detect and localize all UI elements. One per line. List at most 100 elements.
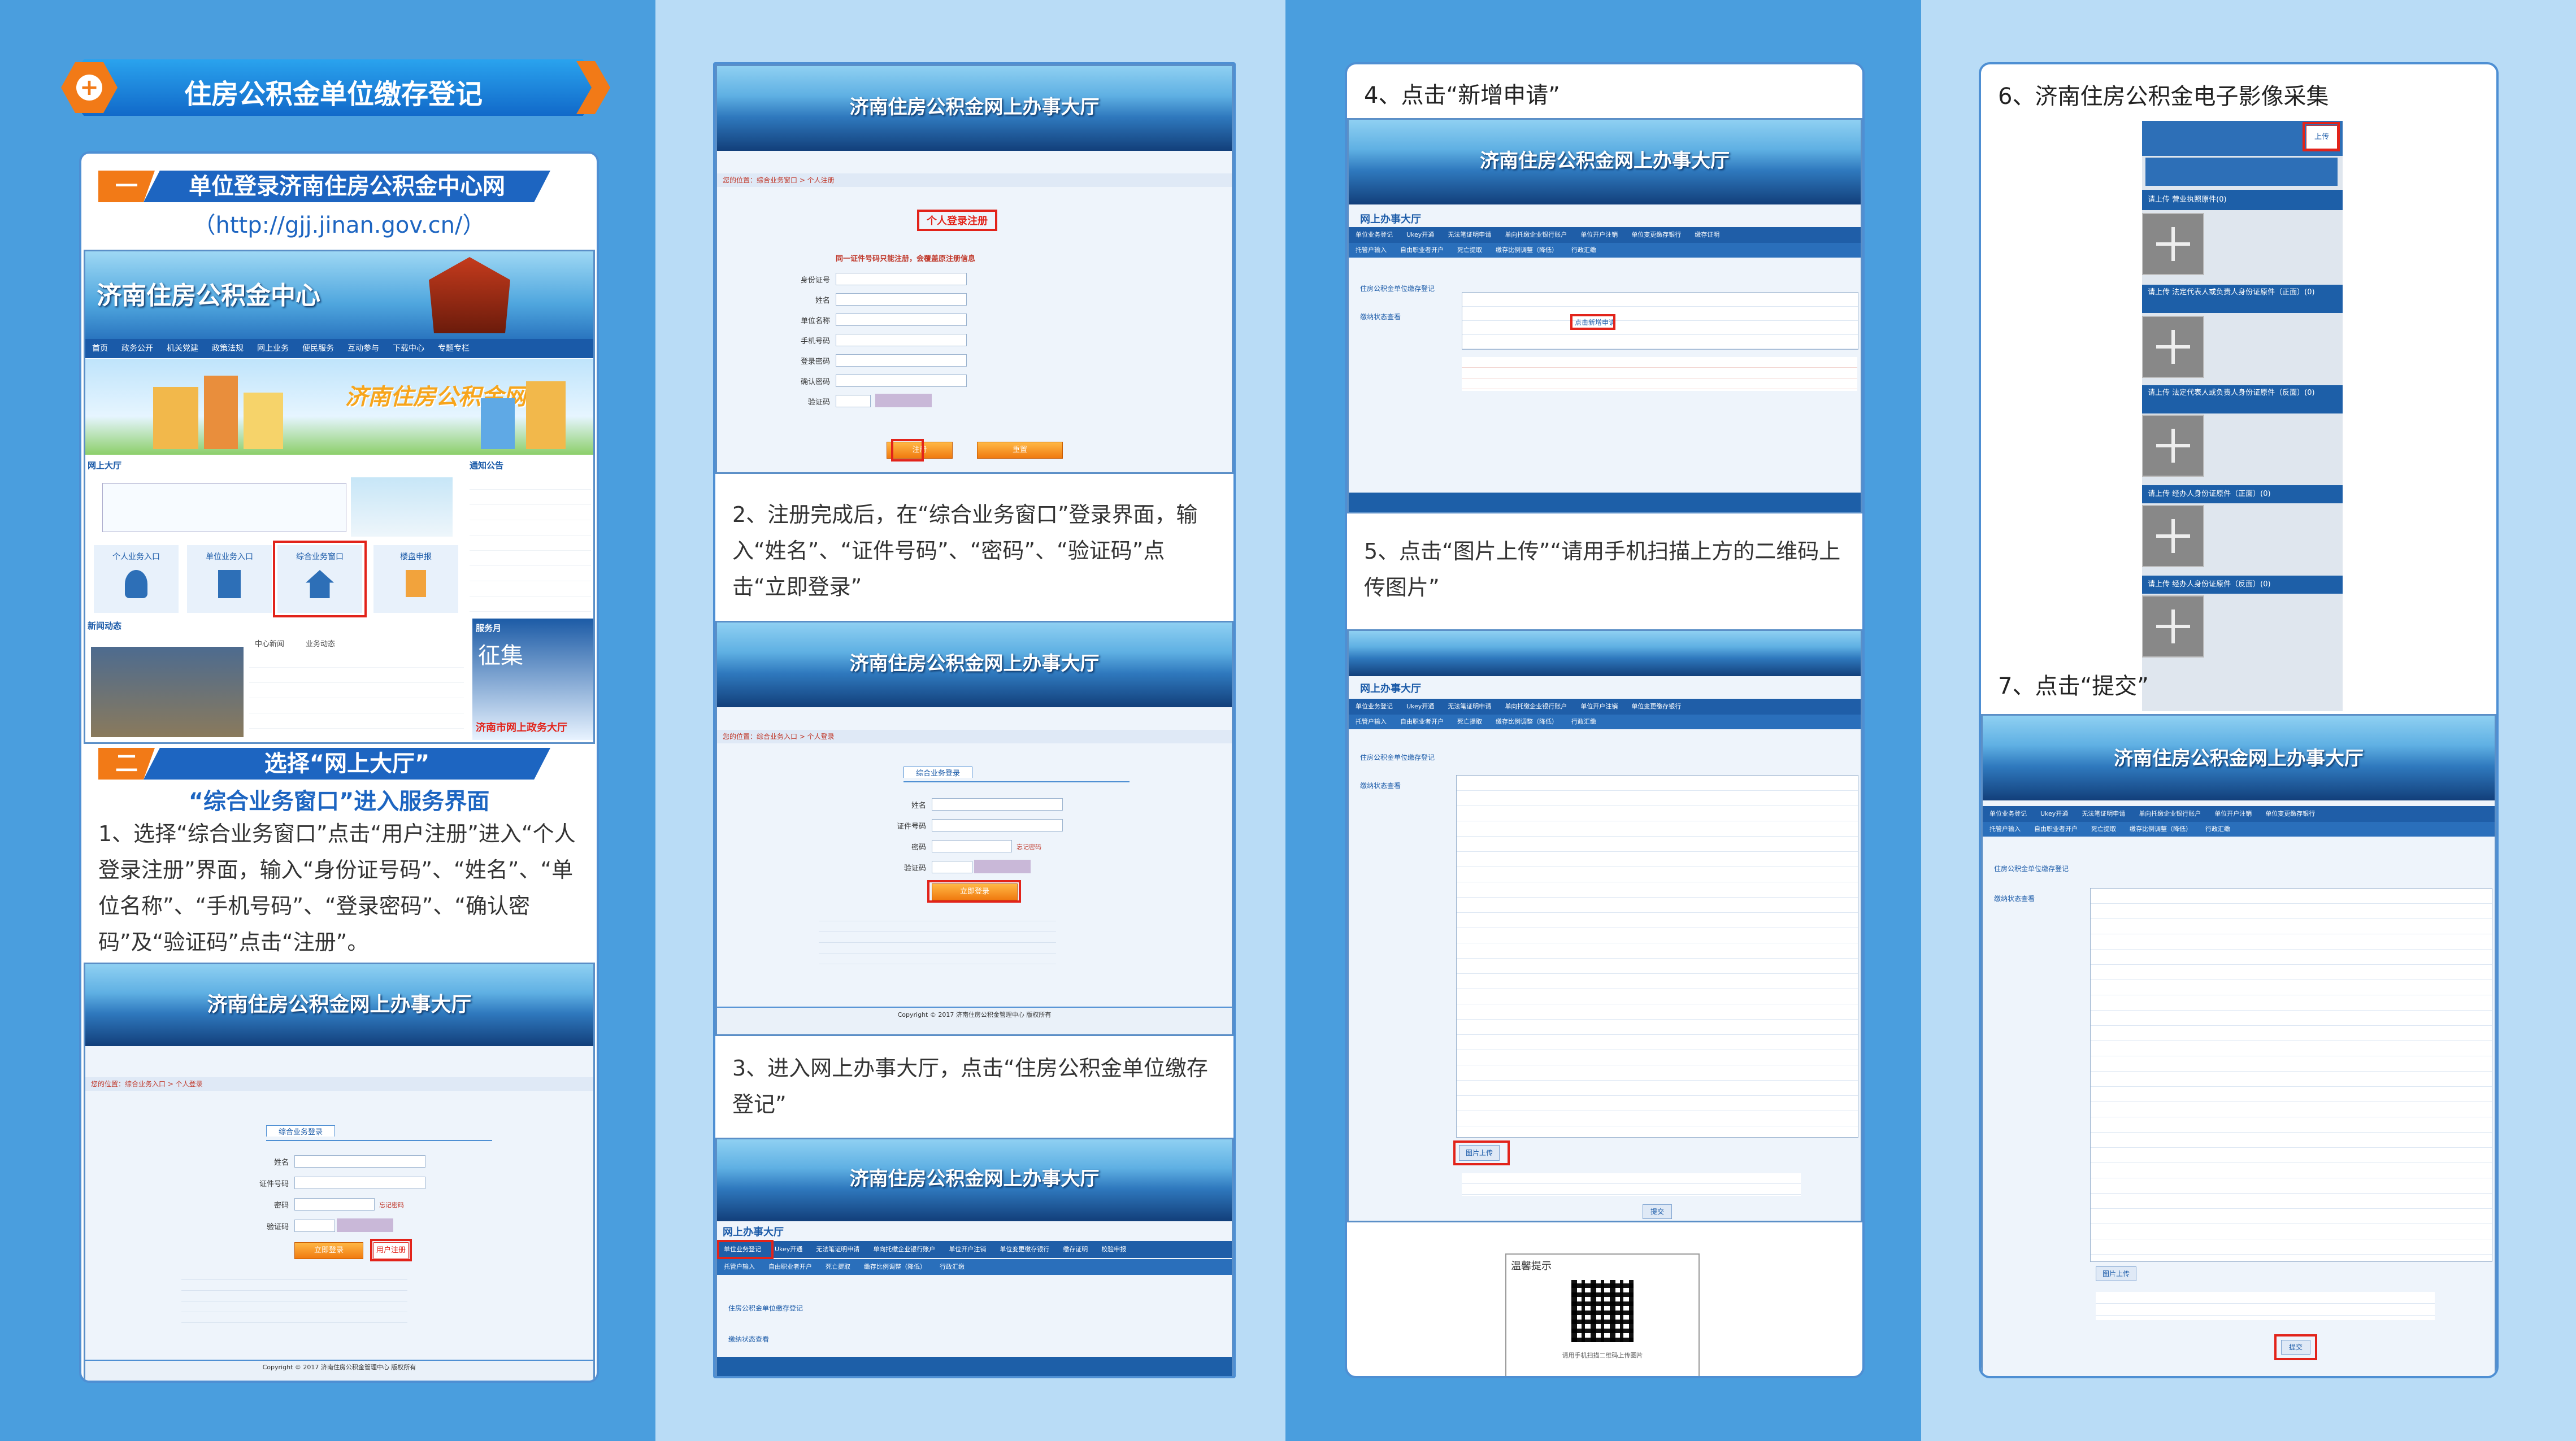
- add-image-button[interactable]: [2142, 415, 2204, 477]
- tab[interactable]: 无法笔证明申请: [1441, 699, 1498, 715]
- tab[interactable]: 缴存比例调整（降低）: [2123, 822, 2199, 837]
- tab[interactable]: 行政汇缴: [2199, 822, 2237, 837]
- tab[interactable]: 托管户输入: [1983, 822, 2027, 837]
- captcha-image[interactable]: [337, 1218, 393, 1232]
- phone-input[interactable]: [836, 334, 967, 346]
- tab[interactable]: 无法笔证明申请: [2075, 806, 2132, 822]
- tab[interactable]: 单位变更缴存银行: [1624, 699, 1688, 715]
- tab[interactable]: 行政汇缴: [933, 1259, 971, 1275]
- tab[interactable]: 死亡提取: [1450, 243, 1489, 258]
- nav-item[interactable]: 专题专栏: [431, 339, 476, 358]
- tab[interactable]: 校验申报: [1094, 1241, 1133, 1258]
- tab[interactable]: 单位开户注销: [942, 1241, 993, 1258]
- tab[interactable]: 托管户输入: [717, 1259, 762, 1275]
- tab[interactable]: 无法笔证明申请: [1441, 227, 1498, 243]
- tab[interactable]: 单位开户注销: [2208, 806, 2258, 822]
- side-item[interactable]: 缴纳状态查看: [1994, 894, 2079, 903]
- tab[interactable]: 单向托缴企业银行账户: [1498, 227, 1574, 243]
- tab[interactable]: 单向托缴企业银行账户: [2132, 806, 2208, 822]
- password-input[interactable]: [932, 840, 1012, 852]
- tab[interactable]: 缴存证明: [1056, 1241, 1094, 1258]
- tab[interactable]: 死亡提取: [1450, 715, 1489, 729]
- tab[interactable]: 单向托缴企业银行账户: [1498, 699, 1574, 715]
- news-label[interactable]: 新闻动态: [88, 620, 121, 632]
- tab[interactable]: 单位变更缴存银行: [993, 1241, 1056, 1258]
- tab[interactable]: 缴存证明: [1688, 227, 1726, 243]
- upload-button[interactable]: 图片上传: [2096, 1266, 2136, 1281]
- tab[interactable]: 单向托缴企业银行账户: [866, 1241, 942, 1258]
- tab[interactable]: 托管户输入: [1349, 243, 1393, 258]
- news-tab-business[interactable]: 业务动态: [306, 638, 335, 648]
- tab[interactable]: 行政汇缴: [1565, 243, 1603, 258]
- side-item[interactable]: 住房公积金单位缴存登记: [1994, 864, 2079, 873]
- tab[interactable]: 单位开户注销: [1574, 699, 1624, 715]
- nav-item[interactable]: 互动参与: [341, 339, 386, 358]
- side-item[interactable]: 住房公积金单位缴存登记: [728, 1303, 807, 1313]
- id-number-input[interactable]: [836, 273, 967, 285]
- unit-name-input[interactable]: [836, 314, 967, 326]
- side-item[interactable]: 住房公积金单位缴存登记: [1360, 284, 1445, 293]
- news-tab-center[interactable]: 中心新闻: [255, 638, 284, 648]
- tab[interactable]: 单位业务登记: [1349, 699, 1400, 715]
- tab[interactable]: 死亡提取: [2084, 822, 2123, 837]
- tab[interactable]: 单位业务登记: [1349, 227, 1400, 243]
- tab[interactable]: 单位业务登记: [1983, 806, 2034, 822]
- entry-unit[interactable]: 单位业务入口: [187, 545, 272, 613]
- section1-url[interactable]: （http://gjj.jinan.gov.cn/）: [81, 207, 597, 240]
- notice-label[interactable]: 通知公告: [470, 459, 503, 471]
- reset-button[interactable]: 重置: [977, 442, 1063, 459]
- nav-item[interactable]: 机关党建: [160, 339, 205, 358]
- captcha-input[interactable]: [294, 1220, 335, 1232]
- side-item[interactable]: 缴纳状态查看: [1360, 312, 1445, 321]
- nav-item[interactable]: 下载中心: [386, 339, 431, 358]
- side-item[interactable]: 缴纳状态查看: [728, 1334, 807, 1344]
- forgot-link[interactable]: 忘记密码: [379, 1200, 404, 1209]
- name-input[interactable]: [932, 798, 1063, 811]
- tab[interactable]: 单位开户注销: [1574, 227, 1624, 243]
- password-input[interactable]: [294, 1198, 375, 1211]
- add-image-button[interactable]: [2142, 595, 2204, 658]
- id-input[interactable]: [294, 1177, 425, 1189]
- forgot-link[interactable]: 忘记密码: [1017, 842, 1041, 851]
- tab[interactable]: 自由职业者开户: [1393, 715, 1450, 729]
- submit-button[interactable]: 提交: [1643, 1204, 1672, 1219]
- nav-item[interactable]: 政策法规: [205, 339, 250, 358]
- promo-panel[interactable]: 服务月 征集 济南市网上政务大厅: [472, 619, 593, 740]
- name-input[interactable]: [836, 293, 967, 306]
- tab[interactable]: 缴存比例调整（降低）: [1489, 715, 1565, 729]
- add-image-button[interactable]: [2142, 505, 2204, 567]
- tab[interactable]: 自由职业者开户: [762, 1259, 819, 1275]
- tab[interactable]: 行政汇缴: [1565, 715, 1603, 729]
- tab[interactable]: 自由职业者开户: [1393, 243, 1450, 258]
- online-hall-label[interactable]: 网上大厅: [88, 459, 121, 471]
- side-item[interactable]: 住房公积金单位缴存登记: [1360, 752, 1445, 762]
- nav-item[interactable]: 首页: [85, 339, 115, 358]
- tab[interactable]: 缴存比例调整（降低）: [1489, 243, 1565, 258]
- captcha-image[interactable]: [974, 860, 1031, 873]
- tab[interactable]: Ukey开通: [1400, 699, 1441, 715]
- entry-property[interactable]: 楼盘申报: [373, 545, 458, 613]
- entry-personal[interactable]: 个人业务入口: [94, 545, 179, 613]
- tab[interactable]: 自由职业者开户: [2027, 822, 2084, 837]
- tab[interactable]: 死亡提取: [819, 1259, 857, 1275]
- name-input[interactable]: [294, 1155, 425, 1168]
- tab[interactable]: Ukey开通: [768, 1241, 809, 1258]
- tab[interactable]: 单位变更缴存银行: [1624, 227, 1688, 243]
- tab[interactable]: 缴存比例调整（降低）: [857, 1259, 933, 1275]
- id-input[interactable]: [932, 819, 1063, 831]
- captcha-input[interactable]: [932, 861, 972, 873]
- tab[interactable]: 无法笔证明申请: [809, 1241, 866, 1258]
- qr-code[interactable]: [1571, 1280, 1634, 1342]
- nav-item[interactable]: 政务公开: [115, 339, 160, 358]
- captcha-input[interactable]: [836, 395, 871, 407]
- password-input[interactable]: [836, 354, 967, 367]
- confirm-password-input[interactable]: [836, 375, 967, 387]
- login-button[interactable]: 立即登录: [294, 1242, 363, 1259]
- nav-item[interactable]: 便民服务: [296, 339, 341, 358]
- side-item[interactable]: 缴纳状态查看: [1360, 781, 1445, 790]
- tab[interactable]: 托管户输入: [1349, 715, 1393, 729]
- tab[interactable]: Ukey开通: [2034, 806, 2075, 822]
- tab[interactable]: Ukey开通: [1400, 227, 1441, 243]
- tab[interactable]: 单位变更缴存银行: [2258, 806, 2322, 822]
- add-image-button[interactable]: [2142, 213, 2204, 275]
